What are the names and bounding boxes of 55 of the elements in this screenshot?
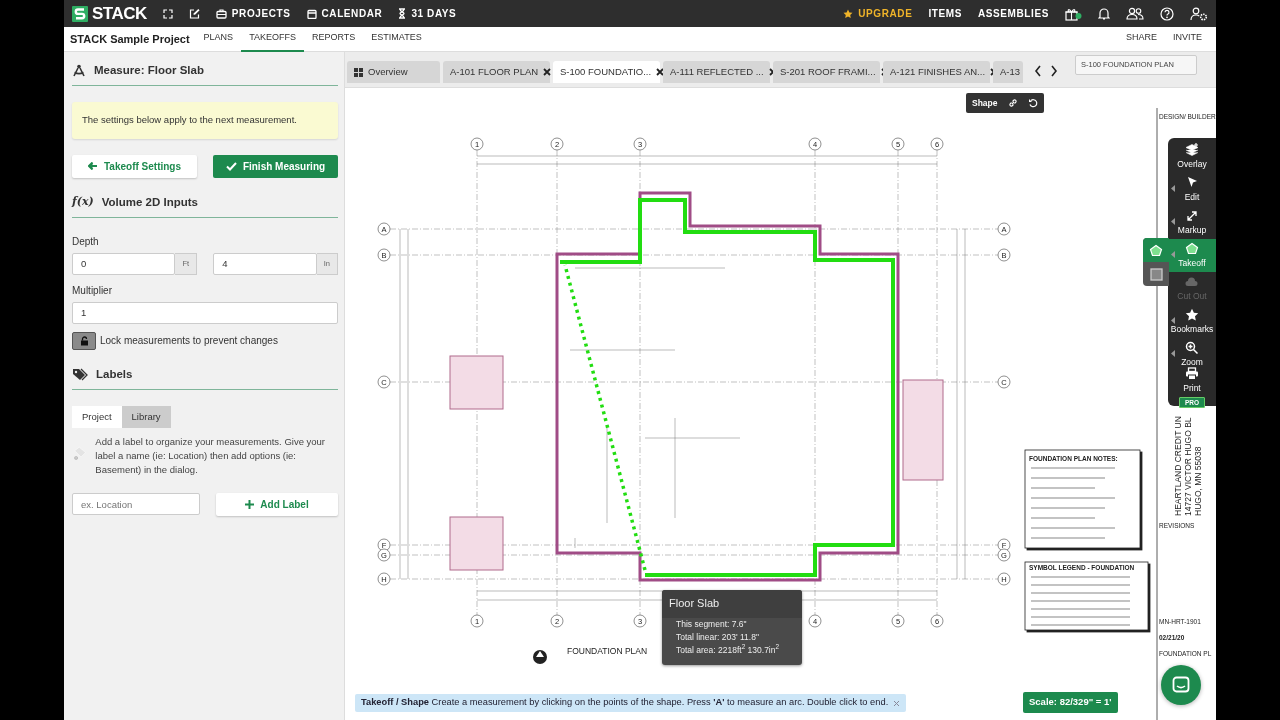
tool-button[interactable]: Overlay	[1168, 140, 1216, 173]
logo-text: STACK	[92, 2, 147, 25]
add-label-button[interactable]: Add Label	[216, 493, 338, 517]
tooltip-title: Floor Slab	[662, 590, 802, 618]
address-text: HEARTLAND CREDIT UN	[1173, 416, 1183, 516]
label-tab[interactable]: Library	[121, 406, 171, 429]
nav-link[interactable]: CALENDAR	[306, 6, 383, 21]
nav-tab[interactable]: PLANS	[195, 26, 242, 52]
address-text: HUGO, MN 55038	[1193, 446, 1203, 516]
nav-tab[interactable]: REPORTS	[303, 26, 364, 52]
tooltip-line: Total linear: 203' 11.8"	[675, 630, 760, 644]
sheet-tab[interactable]: S-201 ROOF FRAMI...	[773, 61, 880, 83]
nav-link[interactable]: ITEMS	[928, 6, 962, 21]
upgrade-link[interactable]: UPGRADE	[843, 6, 913, 21]
panel-title: Measure: Floor Slab	[94, 63, 204, 78]
tool-button[interactable]: Takeoff	[1168, 239, 1216, 272]
action-link[interactable]: INVITE	[1165, 26, 1210, 52]
shape-label: Shape	[972, 96, 998, 110]
sheet-tab[interactable]: S-100 FOUNDATIO...	[553, 61, 660, 83]
action-link[interactable]: SHARE	[1117, 26, 1165, 52]
label-tab[interactable]: Project	[72, 406, 122, 429]
field-label: Multiplier	[72, 283, 113, 298]
nav-link[interactable]: PROJECTS	[215, 6, 291, 21]
tool-button[interactable]: Bookmarks	[1168, 305, 1216, 338]
address-text: 14727 VICTOR HUGO BL	[1183, 417, 1193, 516]
function-symbol: f(x)	[72, 193, 94, 210]
finish-measuring-button[interactable]: Finish Measuring	[213, 154, 338, 178]
sheet-tab[interactable]: A-101 FLOOR PLAN	[443, 61, 550, 83]
project-name: STACK Sample Project	[70, 31, 190, 47]
hint-text: Takeoff / Shape Create a measurement by clicking on the points of the shape. Press 'A' to measure an arc. Double click to end.	[361, 696, 889, 710]
nav-link[interactable]: 31 DAYS	[398, 6, 457, 21]
sheet-tab[interactable]: A-121 FINISHES AN...	[883, 61, 990, 83]
sheet-tab[interactable]: Overview	[347, 61, 440, 83]
field-label: Depth	[72, 234, 100, 249]
scale-badge: Scale: 82/329" = 1'	[1023, 692, 1118, 713]
depth-field[interactable]: 4	[213, 252, 317, 275]
depth-field[interactable]: 0	[72, 252, 176, 275]
info-note: The settings below apply to the next measurement.	[72, 102, 338, 139]
plan-title: FOUNDATION PLAN	[567, 646, 648, 656]
takeoff-settings-button[interactable]: Takeoff Settings	[72, 154, 197, 178]
lock-text: Lock measurements to prevent changes	[100, 334, 278, 349]
tool-button[interactable]: Zoom	[1168, 338, 1216, 371]
tool-button[interactable]: Edit	[1168, 173, 1216, 206]
help-text: Add a label to organize your measurements. Give your label a name (ie: Location) then add options (ie: Basement) in the dialog.	[95, 435, 327, 478]
sheet-tab[interactable]: A-13	[993, 61, 1023, 83]
nav-link[interactable]: ASSEMBLIES	[978, 6, 1049, 21]
section-title: Labels	[96, 366, 133, 382]
tooltip-line: This segment: 7.6"	[675, 617, 748, 631]
label-field[interactable]: ex. Location	[72, 493, 200, 516]
sheet-tab[interactable]: A-111 REFLECTED ...	[663, 61, 770, 83]
tool-button[interactable]: Markup	[1168, 206, 1216, 239]
section-title: Volume 2D Inputs	[101, 194, 198, 210]
nav-tab[interactable]: ESTIMATES	[363, 26, 430, 52]
tooltip-line: Total area: 2218ft$^{2}$ 130.7in$^{2}$	[675, 643, 781, 657]
multiplier-field[interactable]: 1	[72, 301, 338, 324]
